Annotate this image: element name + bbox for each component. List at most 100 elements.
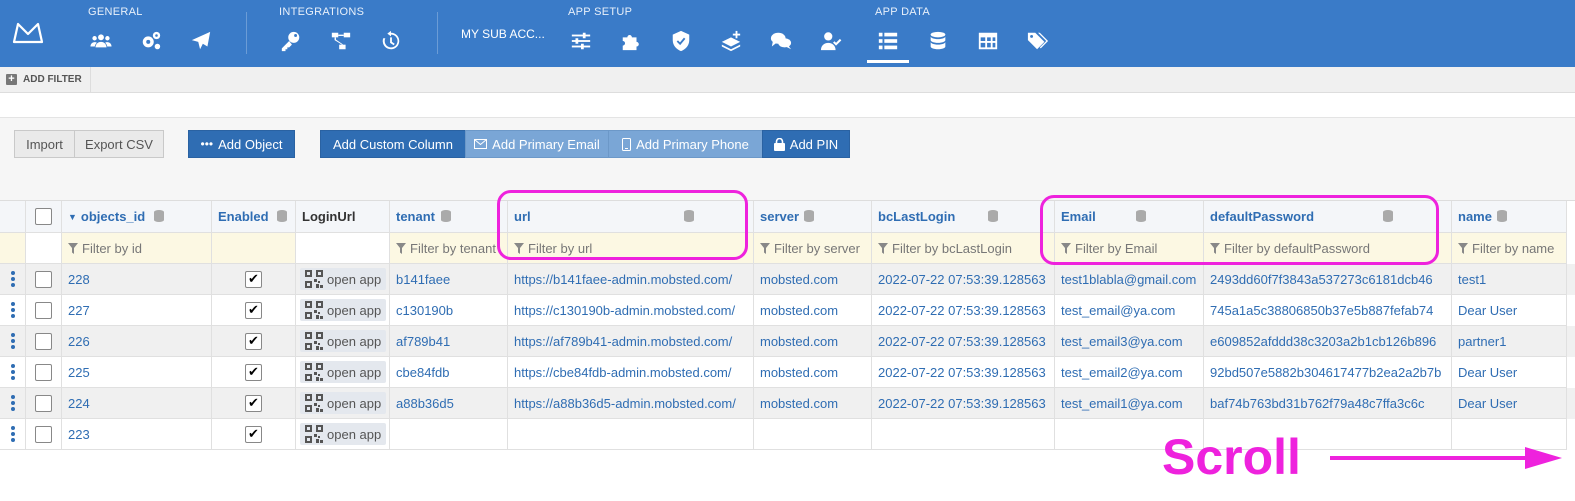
column-menu-icon[interactable] bbox=[1136, 210, 1146, 222]
open-app-button[interactable]: open app bbox=[300, 361, 387, 383]
history-icon[interactable] bbox=[378, 28, 404, 54]
row-menu-icon[interactable] bbox=[10, 426, 15, 442]
app-logo-icon[interactable] bbox=[12, 20, 44, 46]
user-check-icon[interactable] bbox=[818, 28, 844, 54]
tags-icon[interactable] bbox=[1025, 28, 1051, 54]
filter-objects-id[interactable]: Filter by id bbox=[62, 233, 212, 264]
list-icon[interactable] bbox=[875, 28, 901, 54]
column-header-bc-last-login[interactable]: bcLastLogin bbox=[872, 201, 1055, 233]
column-header-tenant[interactable]: tenant bbox=[390, 201, 508, 233]
filter-enabled[interactable] bbox=[212, 233, 296, 264]
sub-account-selector[interactable]: MY SUB ACC... bbox=[461, 27, 545, 41]
cell-name-value: Dear User bbox=[1458, 302, 1518, 318]
column-header-email[interactable]: Email bbox=[1055, 201, 1204, 233]
sliders-icon[interactable] bbox=[568, 28, 594, 54]
column-menu-icon[interactable] bbox=[988, 210, 998, 222]
cell-objects-id-value[interactable]: 223 bbox=[68, 427, 90, 442]
row-menu-icon[interactable] bbox=[10, 395, 15, 411]
shield-icon[interactable] bbox=[668, 28, 694, 54]
column-menu-icon[interactable] bbox=[277, 210, 287, 222]
filter-email[interactable]: Filter by Email bbox=[1055, 233, 1204, 264]
import-button[interactable]: Import bbox=[14, 130, 75, 158]
filter-url[interactable]: Filter by url bbox=[508, 233, 754, 264]
users-icon[interactable] bbox=[88, 28, 114, 54]
add-primary-email-button[interactable]: Add Primary Email bbox=[465, 130, 609, 158]
column-menu-icon[interactable] bbox=[441, 210, 451, 222]
row-menu-icon[interactable] bbox=[10, 302, 15, 318]
table-row[interactable]: 225 ✔ open app cbe84fdb https://cbe84fdb-adm… bbox=[0, 357, 1575, 388]
column-menu-icon[interactable] bbox=[154, 210, 164, 222]
row-menu-icon[interactable] bbox=[10, 364, 15, 380]
column-header-login-url[interactable]: LoginUrl bbox=[296, 201, 390, 233]
column-header-default-password[interactable]: defaultPassword bbox=[1204, 201, 1452, 233]
add-filter-button[interactable]: + ADD FILTER bbox=[0, 67, 91, 92]
column-header-enabled[interactable]: Enabled bbox=[212, 201, 296, 233]
row-select-checkbox[interactable] bbox=[35, 301, 52, 319]
cell-url-value[interactable]: https://a88b36d5-admin.mobsted.com/ bbox=[514, 396, 736, 411]
database-icon[interactable] bbox=[925, 28, 951, 54]
table-row[interactable]: 226 ✔ open app af789b41 https://af789b41-adm… bbox=[0, 326, 1575, 357]
open-app-button[interactable]: open app bbox=[300, 299, 387, 321]
cell-bc-last-login bbox=[872, 419, 1055, 450]
chat-icon[interactable] bbox=[768, 28, 794, 54]
open-app-button[interactable]: open app bbox=[300, 392, 387, 414]
row-select-checkbox[interactable] bbox=[35, 363, 52, 381]
column-menu-icon[interactable] bbox=[1383, 210, 1393, 222]
row-menu-icon[interactable] bbox=[10, 333, 15, 349]
cell-url-value[interactable]: https://cbe84fdb-admin.mobsted.com/ bbox=[514, 365, 732, 380]
column-header-name[interactable]: name bbox=[1452, 201, 1567, 233]
cell-objects-id-value[interactable]: 228 bbox=[68, 272, 90, 287]
enabled-checkbox[interactable]: ✔ bbox=[245, 394, 262, 412]
column-menu-icon[interactable] bbox=[684, 210, 694, 222]
add-primary-phone-button[interactable]: Add Primary Phone bbox=[608, 130, 763, 158]
flow-icon[interactable] bbox=[328, 28, 354, 54]
enabled-checkbox[interactable]: ✔ bbox=[245, 425, 262, 443]
enabled-checkbox[interactable]: ✔ bbox=[245, 363, 262, 381]
cell-objects-id-value[interactable]: 226 bbox=[68, 334, 90, 349]
select-all-checkbox[interactable] bbox=[35, 208, 52, 225]
column-menu-icon[interactable] bbox=[1497, 210, 1507, 222]
enabled-checkbox[interactable]: ✔ bbox=[245, 332, 262, 350]
cell-objects-id-value[interactable]: 225 bbox=[68, 365, 90, 380]
cell-objects-id-value[interactable]: 224 bbox=[68, 396, 90, 411]
table-row[interactable]: 224 ✔ open app a88b36d5 https://a88b36d5-adm… bbox=[0, 388, 1575, 419]
add-custom-column-button[interactable]: Add Custom Column bbox=[320, 130, 466, 158]
filter-tenant[interactable]: Filter by tenant bbox=[390, 233, 508, 264]
table-row[interactable]: 228 ✔ open app b141faee https://b141faee-adm… bbox=[0, 264, 1575, 295]
column-header-server[interactable]: server bbox=[754, 201, 872, 233]
export-csv-button[interactable]: Export CSV bbox=[74, 130, 164, 158]
scroll-annotation: Scroll bbox=[1162, 429, 1301, 485]
cell-url-value[interactable]: https://c130190b-admin.mobsted.com/ bbox=[514, 303, 735, 318]
cogs-icon[interactable] bbox=[138, 28, 164, 54]
open-app-button[interactable]: open app bbox=[300, 423, 387, 445]
row-select-checkbox[interactable] bbox=[35, 332, 52, 350]
key-icon[interactable] bbox=[278, 28, 304, 54]
layers-icon[interactable] bbox=[718, 28, 744, 54]
filter-default-password[interactable]: Filter by defaultPassword bbox=[1204, 233, 1452, 264]
row-select-checkbox[interactable] bbox=[35, 394, 52, 412]
add-pin-button[interactable]: Add PIN bbox=[762, 130, 850, 158]
row-select-checkbox[interactable] bbox=[35, 425, 52, 443]
table-row[interactable]: 227 ✔ open app c130190b https://c130190b-adm… bbox=[0, 295, 1575, 326]
cell-url-value[interactable]: https://b141faee-admin.mobsted.com/ bbox=[514, 272, 732, 287]
column-header-url[interactable]: url bbox=[508, 201, 754, 233]
send-icon[interactable] bbox=[188, 28, 214, 54]
puzzle-icon[interactable] bbox=[618, 28, 644, 54]
cell-url-value[interactable]: https://af789b41-admin.mobsted.com/ bbox=[514, 334, 732, 349]
add-object-button[interactable]: ••• Add Object bbox=[188, 130, 295, 158]
open-app-button[interactable]: open app bbox=[300, 268, 387, 290]
column-menu-icon[interactable] bbox=[804, 210, 814, 222]
row-menu-icon[interactable] bbox=[10, 271, 15, 287]
table-icon[interactable] bbox=[975, 28, 1001, 54]
cell-server: mobsted.com bbox=[754, 295, 872, 326]
enabled-checkbox[interactable]: ✔ bbox=[245, 270, 262, 288]
row-select-checkbox[interactable] bbox=[35, 270, 52, 288]
enabled-checkbox[interactable]: ✔ bbox=[245, 301, 262, 319]
column-header-objects-id[interactable]: ▼ objects_id bbox=[62, 201, 212, 233]
filter-server[interactable]: Filter by server bbox=[754, 233, 872, 264]
filter-bc-last-login[interactable]: Filter by bcLastLogin bbox=[872, 233, 1055, 264]
column-header-label: tenant bbox=[396, 209, 435, 224]
cell-objects-id-value[interactable]: 227 bbox=[68, 303, 90, 318]
filter-name[interactable]: Filter by name bbox=[1452, 233, 1567, 264]
open-app-button[interactable]: open app bbox=[300, 330, 387, 352]
